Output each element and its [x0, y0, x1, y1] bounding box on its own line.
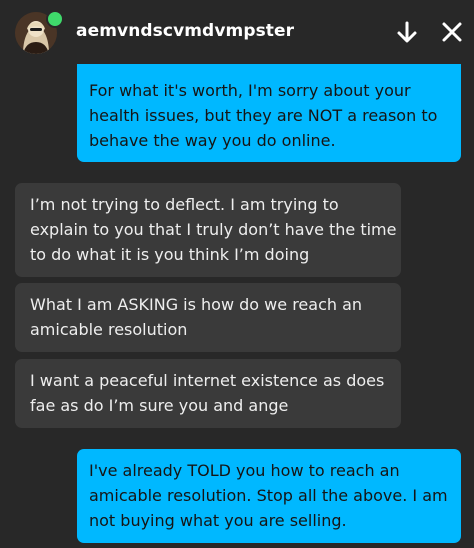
- message-line: amicable resolution. Stop all the above.…: [89, 486, 448, 505]
- online-status-dot: [46, 10, 64, 28]
- message-bubble-incoming[interactable]: What I am ASKING is how do we reach an a…: [15, 283, 401, 352]
- message-line: explain to you that I truly don’t have t…: [30, 220, 397, 239]
- message-bubble-incoming[interactable]: I want a peaceful internet existence as …: [15, 359, 401, 428]
- message-line: health issues, but they are NOT a reason…: [89, 106, 438, 125]
- message-bubble-outgoing[interactable]: I've already TOLD you how to reach an am…: [77, 449, 461, 543]
- message-line: to do what it is you think I’m doing: [30, 245, 310, 264]
- message-bubble-outgoing[interactable]: For what it's worth, I'm sorry about you…: [77, 54, 461, 162]
- message-line: amicable resolution: [30, 320, 188, 339]
- message-line: behave the way you do online.: [89, 131, 336, 150]
- chat-header: aemvndscvmdvmpster: [0, 0, 474, 64]
- message-line: I want a peaceful internet existence as …: [30, 371, 385, 390]
- close-icon[interactable]: [438, 18, 466, 46]
- message-bubble-incoming[interactable]: I’m not trying to deflect. I am trying t…: [15, 183, 401, 277]
- message-line: I’m not trying to deflect. I am trying t…: [30, 195, 339, 214]
- message-line: not buying what you are selling.: [89, 511, 347, 530]
- message-line: fae as do I’m sure you and ange: [30, 396, 289, 415]
- message-line: I've already TOLD you how to reach an: [89, 461, 400, 480]
- chat-username[interactable]: aemvndscvmdvmpster: [76, 21, 294, 41]
- message-line: What I am ASKING is how do we reach an: [30, 295, 363, 314]
- message-line: For what it's worth, I'm sorry about you…: [89, 81, 411, 100]
- message-thread[interactable]: For what it's worth, I'm sorry about you…: [0, 0, 474, 548]
- arrow-down-icon[interactable]: [393, 18, 421, 46]
